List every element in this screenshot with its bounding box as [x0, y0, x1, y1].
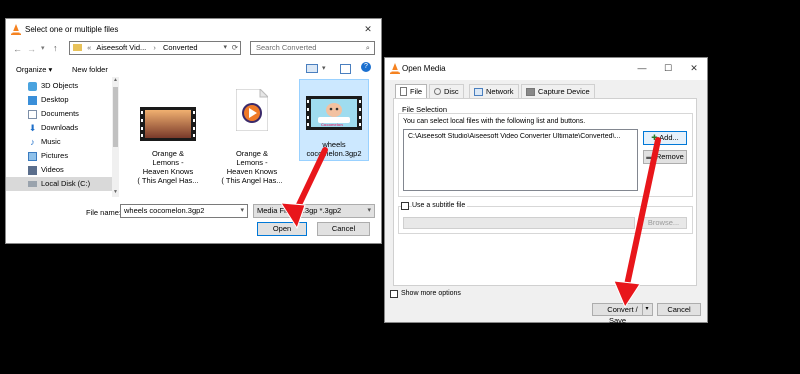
annotation-arrow-overlay: [280, 137, 661, 309]
red-arrow-icon: [280, 147, 328, 230]
red-arrow-icon: [613, 137, 661, 309]
